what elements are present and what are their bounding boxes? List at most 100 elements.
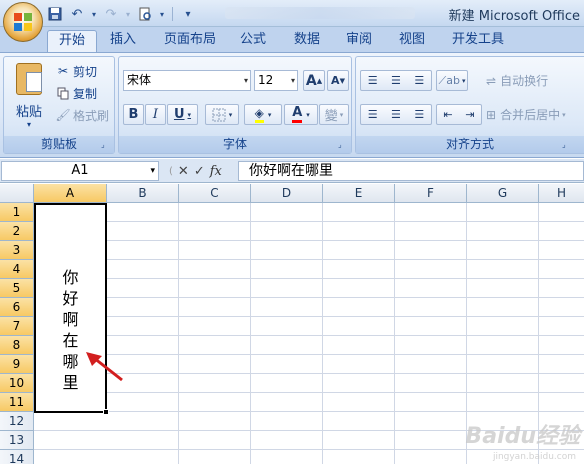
grow-font-button[interactable]: A ▲ xyxy=(303,70,325,91)
window-title: 新建 Microsoft Office xyxy=(448,9,580,24)
borders-button[interactable]: ▾ xyxy=(205,104,239,125)
gridline xyxy=(106,316,584,317)
worksheet-grid[interactable]: A B C D E F G H 1 2 3 4 5 6 7 8 9 10 11 … xyxy=(0,184,584,464)
borders-icon xyxy=(212,108,226,121)
row-header-9[interactable]: 9 xyxy=(0,355,34,374)
name-box-value: A1 xyxy=(71,163,89,178)
customize-icon[interactable]: ▾ xyxy=(179,5,197,23)
merge-center-button[interactable]: ⊞ 合并后居中 ▾ xyxy=(486,104,584,125)
tab-data[interactable]: 数据 xyxy=(286,30,328,52)
row-header-6[interactable]: 6 xyxy=(0,298,34,317)
cancel-icon[interactable]: ✕ xyxy=(178,164,189,179)
gridline xyxy=(106,240,584,241)
chevron-down-icon: ▾ xyxy=(290,76,295,85)
tab-insert[interactable]: 插入 xyxy=(102,30,144,52)
row-header-13[interactable]: 13 xyxy=(0,431,34,450)
row-header-10[interactable]: 10 xyxy=(0,374,34,393)
format-painter-button[interactable]: 🖌 格式刷 xyxy=(55,106,109,124)
fill-bucket-icon: ◈ xyxy=(254,106,264,123)
orientation-button[interactable]: ⟋ab ▾ xyxy=(436,70,468,91)
wrap-text-icon: ⇌ xyxy=(486,73,497,88)
shrink-font-button[interactable]: A ▼ xyxy=(327,70,349,91)
cell-char: 啊 xyxy=(62,310,79,329)
save-icon[interactable] xyxy=(46,5,64,23)
align-bottom-icon[interactable]: ☰ xyxy=(414,74,424,87)
phonetic-label: 變 xyxy=(324,109,338,124)
italic-button[interactable]: I xyxy=(145,104,166,125)
font-size-select[interactable]: 12 ▾ xyxy=(254,70,298,91)
column-header-a[interactable]: A xyxy=(34,184,107,203)
align-left-icon[interactable]: ☰ xyxy=(368,108,378,121)
red-arrow-annotation xyxy=(86,352,123,382)
column-header-d[interactable]: D xyxy=(251,184,323,203)
increase-indent-icon[interactable]: ⇥ xyxy=(465,108,474,121)
row-header-4[interactable]: 4 xyxy=(0,260,34,279)
select-all-corner[interactable] xyxy=(0,184,34,203)
redo-dropdown-icon[interactable]: ▾ xyxy=(124,5,132,23)
decrease-indent-icon[interactable]: ⇤ xyxy=(443,108,452,121)
preview-dropdown-icon[interactable]: ▾ xyxy=(158,5,166,23)
fill-color-button[interactable]: ◈ ▾ xyxy=(244,104,282,125)
print-preview-icon[interactable] xyxy=(136,5,154,23)
chevron-down-icon[interactable]: ▾ xyxy=(150,162,155,180)
row-header-3[interactable]: 3 xyxy=(0,241,34,260)
row-header-1[interactable]: 1 xyxy=(0,203,34,222)
tab-developer[interactable]: 开发工具 xyxy=(443,30,513,52)
insert-function-icon[interactable]: fx xyxy=(210,164,222,179)
column-header-g[interactable]: G xyxy=(467,184,539,203)
tab-formulas[interactable]: 公式 xyxy=(232,30,274,52)
alignment-group: ☰ ☰ ☰ ⟋ab ▾ ⇌ 自动换行 ☰ ☰ ☰ ⇤ ⇥ ⊞ 合并后居中 ▾ 对齐… xyxy=(355,56,584,154)
align-top-icon[interactable]: ☰ xyxy=(368,74,378,87)
undo-dropdown-icon[interactable]: ▾ xyxy=(90,5,98,23)
font-color-button[interactable]: A ▾ xyxy=(284,104,318,125)
name-box[interactable]: A1 ▾ xyxy=(1,161,159,181)
cell-char: 好 xyxy=(62,289,79,308)
gridline xyxy=(106,392,584,393)
redo-icon[interactable]: ↷ xyxy=(102,5,120,23)
column-header-f[interactable]: F xyxy=(395,184,467,203)
tab-page-layout[interactable]: 页面布局 xyxy=(155,30,225,52)
row-header-8[interactable]: 8 xyxy=(0,336,34,355)
row-header-14[interactable]: 14 xyxy=(0,450,34,464)
clipboard-launcher-icon[interactable]: ⌟ xyxy=(101,140,111,150)
wrap-text-button[interactable]: ⇌ 自动换行 xyxy=(486,70,582,91)
column-header-h[interactable]: H xyxy=(539,184,584,203)
formula-input[interactable]: 你好啊在哪里 xyxy=(238,161,584,181)
font-family-select[interactable]: 宋体 ▾ xyxy=(123,70,251,91)
row-header-5[interactable]: 5 xyxy=(0,279,34,298)
align-center-icon[interactable]: ☰ xyxy=(391,108,401,121)
fill-handle[interactable] xyxy=(103,409,109,415)
column-header-c[interactable]: C xyxy=(179,184,251,203)
undo-icon[interactable]: ↶ xyxy=(68,5,86,23)
bold-button[interactable]: B xyxy=(123,104,144,125)
gridline xyxy=(106,373,584,374)
row-header-11[interactable]: 11 xyxy=(0,393,34,412)
wrap-text-label: 自动换行 xyxy=(500,74,549,88)
column-header-b[interactable]: B xyxy=(107,184,179,203)
office-button[interactable] xyxy=(3,2,43,42)
copy-button[interactable]: 复制 xyxy=(56,84,97,102)
font-launcher-icon[interactable]: ⌟ xyxy=(338,140,348,150)
ribbon: 粘贴 ▾ ✂ 剪切 复制 🖌 格式刷 剪贴板 ⌟ 宋体 ▾ 12 ▾ A ▲ A… xyxy=(0,52,584,158)
column-header-e[interactable]: E xyxy=(323,184,395,203)
brush-icon: 🖌 xyxy=(55,108,71,122)
paste-button[interactable]: 粘贴 ▾ xyxy=(10,61,48,133)
font-size-value: 12 xyxy=(258,73,274,87)
phonetic-button[interactable]: 變 ▾ xyxy=(319,104,349,125)
tab-view[interactable]: 视图 xyxy=(391,30,433,52)
underline-button[interactable]: U ▾ xyxy=(167,104,198,125)
tab-home[interactable]: 开始 xyxy=(47,30,97,52)
row-header-7[interactable]: 7 xyxy=(0,317,34,336)
office-logo-icon xyxy=(14,13,32,31)
enter-icon[interactable]: ✓ xyxy=(194,164,205,179)
row-header-12[interactable]: 12 xyxy=(0,412,34,431)
row-header-2[interactable]: 2 xyxy=(0,222,34,241)
tab-review[interactable]: 审阅 xyxy=(338,30,380,52)
gridline xyxy=(250,203,251,464)
alignment-launcher-icon[interactable]: ⌟ xyxy=(562,140,572,150)
clipboard-group-label: 剪贴板 xyxy=(4,136,114,153)
align-middle-icon[interactable]: ☰ xyxy=(391,74,401,87)
align-right-icon[interactable]: ☰ xyxy=(414,108,424,121)
horizontal-align-buttons: ☰ ☰ ☰ xyxy=(360,104,432,125)
cut-button[interactable]: ✂ 剪切 xyxy=(56,62,97,80)
